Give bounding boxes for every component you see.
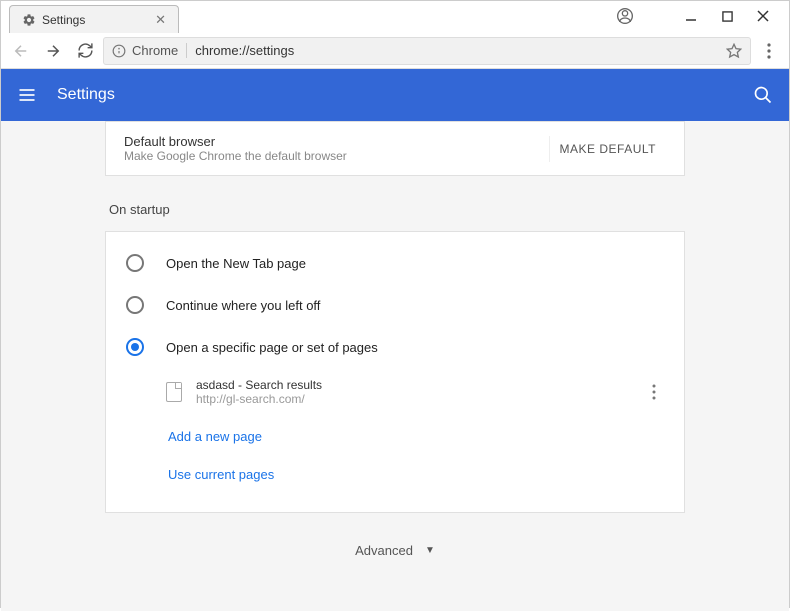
gear-icon xyxy=(22,13,36,27)
default-browser-subtitle: Make Google Chrome the default browser xyxy=(124,149,549,163)
settings-content[interactable]: Default browser Make Google Chrome the d… xyxy=(1,121,789,611)
radio-icon-selected xyxy=(126,338,144,356)
hamburger-menu-icon[interactable] xyxy=(17,85,37,105)
radio-label: Open a specific page or set of pages xyxy=(166,340,378,355)
tab-title: Settings xyxy=(42,13,85,27)
info-icon[interactable] xyxy=(112,44,126,58)
startup-option-specific-pages[interactable]: Open a specific page or set of pages xyxy=(106,326,684,368)
radio-icon xyxy=(126,254,144,272)
default-browser-title: Default browser xyxy=(124,134,549,149)
back-button[interactable] xyxy=(7,37,35,65)
page-title: Settings xyxy=(57,86,115,104)
startup-page-title: asdasd - Search results xyxy=(196,378,644,392)
address-bar[interactable]: Chrome chrome://settings xyxy=(103,37,751,65)
tab-strip: Settings ✕ xyxy=(1,3,789,33)
browser-toolbar: Chrome chrome://settings xyxy=(1,33,789,69)
add-page-link[interactable]: Add a new page xyxy=(168,429,262,444)
make-default-button[interactable]: MAKE DEFAULT xyxy=(549,136,666,162)
startup-card: Open the New Tab page Continue where you… xyxy=(105,231,685,513)
default-browser-card: Default browser Make Google Chrome the d… xyxy=(105,121,685,176)
use-current-pages-link[interactable]: Use current pages xyxy=(168,467,274,482)
bookmark-star-icon[interactable] xyxy=(726,43,742,59)
chevron-down-icon: ▼ xyxy=(425,545,435,556)
startup-option-continue[interactable]: Continue where you left off xyxy=(106,284,684,326)
page-entry-menu-button[interactable] xyxy=(644,380,664,404)
startup-page-entry: asdasd - Search results http://gl-search… xyxy=(106,368,684,416)
radio-label: Open the New Tab page xyxy=(166,256,306,271)
startup-section-title: On startup xyxy=(105,202,685,217)
reload-button[interactable] xyxy=(71,37,99,65)
startup-page-url: http://gl-search.com/ xyxy=(196,392,644,406)
browser-menu-button[interactable] xyxy=(755,37,783,65)
advanced-toggle[interactable]: Advanced ▼ xyxy=(105,543,685,558)
startup-option-newtab[interactable]: Open the New Tab page xyxy=(106,242,684,284)
tab-close-icon[interactable]: ✕ xyxy=(155,12,166,28)
url-protocol-label: Chrome xyxy=(132,43,187,58)
settings-header: Settings xyxy=(1,69,789,121)
forward-button[interactable] xyxy=(39,37,67,65)
advanced-label: Advanced xyxy=(355,543,413,558)
url-text: chrome://settings xyxy=(195,43,294,58)
search-icon[interactable] xyxy=(753,85,773,105)
page-file-icon xyxy=(166,382,182,402)
browser-tab[interactable]: Settings ✕ xyxy=(9,5,179,33)
radio-icon xyxy=(126,296,144,314)
radio-label: Continue where you left off xyxy=(166,298,320,313)
